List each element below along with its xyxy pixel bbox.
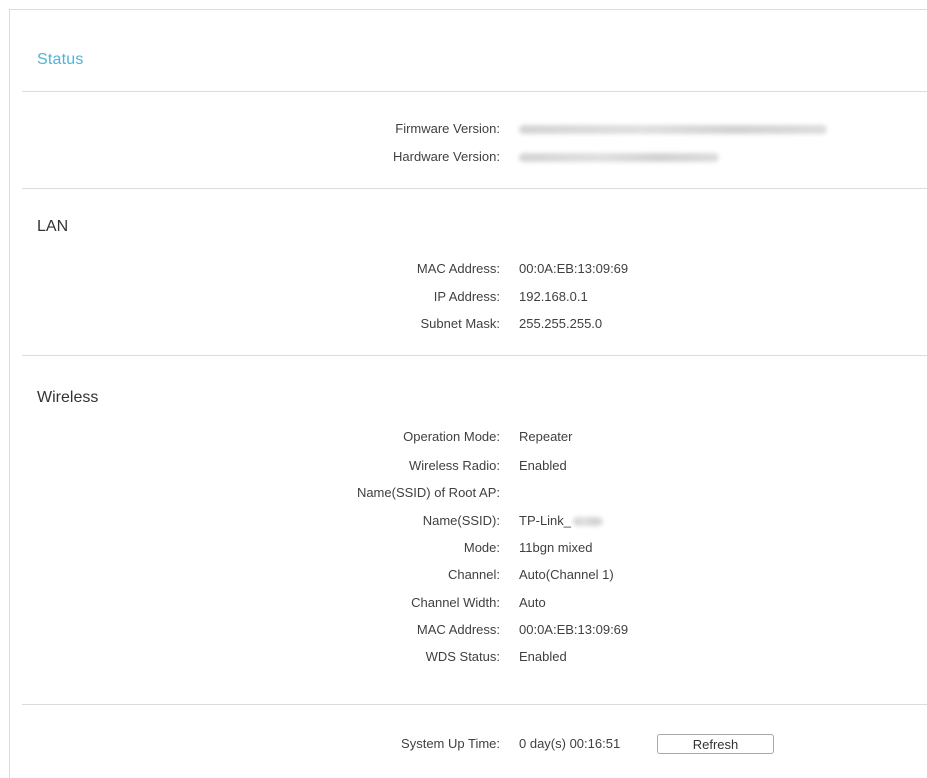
channel-width-label: Channel Width: [411, 595, 500, 610]
uptime-row: System Up Time: 0 day(s) 00:16:51 [0, 734, 927, 754]
lan-subnet-row: Subnet Mask: 255.255.255.0 [0, 314, 927, 334]
hardware-version-label: Hardware Version: [393, 149, 500, 164]
lan-subnet-label: Subnet Mask: [420, 316, 501, 331]
refresh-button[interactable]: Refresh [657, 734, 774, 754]
firmware-version-label: Firmware Version: [395, 121, 500, 136]
operation-mode-label: Operation Mode: [403, 429, 500, 444]
wireless-radio-row: Wireless Radio: Enabled [0, 456, 927, 476]
operation-mode-value: Repeater [519, 429, 573, 444]
channel-label: Channel: [447, 567, 500, 582]
operation-mode-row: Operation Mode: Repeater [0, 427, 927, 447]
lan-mac-row: MAC Address: 00:0A:EB:13:09:69 [0, 259, 927, 279]
root-ssid-label: Name(SSID) of Root AP: [356, 485, 500, 500]
ssid-value-text: TP-Link_ [519, 513, 572, 528]
channel-width-value: Auto [519, 595, 546, 610]
lan-section-title: LAN [37, 218, 69, 235]
channel-width-row: Channel Width: Auto [0, 593, 927, 613]
divider [22, 188, 927, 189]
divider [22, 355, 927, 356]
root-ssid-row: Name(SSID) of Root AP: [0, 483, 927, 503]
ssid-row: Name(SSID): TP-Link_ [0, 511, 927, 531]
ssid-value: TP-Link_ [519, 511, 604, 531]
channel-value: Auto(Channel 1) [519, 567, 614, 582]
wds-status-label: WDS Status: [425, 649, 500, 664]
ssid-label: Name(SSID): [422, 513, 500, 528]
wireless-radio-value: Enabled [519, 458, 567, 473]
page-title: Status [37, 51, 84, 68]
lan-ip-row: IP Address: 192.168.0.1 [0, 287, 927, 307]
lan-mac-label: MAC Address: [416, 261, 500, 276]
uptime-label: System Up Time: [401, 736, 500, 751]
lan-ip-value: 192.168.0.1 [519, 289, 588, 304]
wireless-section-title: Wireless [37, 389, 99, 406]
lan-subnet-value: 255.255.255.0 [519, 316, 603, 331]
mode-value: 11bgn mixed [519, 540, 593, 555]
divider [22, 91, 927, 92]
uptime-value: 0 day(s) 00:16:51 [519, 736, 621, 751]
firmware-version-row: Firmware Version: [0, 119, 927, 139]
lan-ip-label: IP Address: [433, 289, 500, 304]
wireless-mac-value: 00:0A:EB:13:09:69 [519, 622, 629, 637]
wireless-mac-label: MAC Address: [416, 622, 500, 637]
hardware-version-value [519, 147, 719, 167]
wireless-radio-label: Wireless Radio: [408, 458, 500, 473]
wds-status-row: WDS Status: Enabled [0, 647, 927, 667]
firmware-version-value [519, 119, 827, 139]
mode-row: Mode: 11bgn mixed [0, 538, 927, 558]
channel-row: Channel: Auto(Channel 1) [0, 565, 927, 585]
wireless-mac-row: MAC Address: 00:0A:EB:13:09:69 [0, 620, 927, 640]
lan-mac-value: 00:0A:EB:13:09:69 [519, 261, 629, 276]
divider [22, 704, 927, 705]
hardware-version-row: Hardware Version: [0, 147, 927, 167]
wds-status-value: Enabled [519, 649, 567, 664]
mode-label: Mode: [463, 540, 500, 555]
